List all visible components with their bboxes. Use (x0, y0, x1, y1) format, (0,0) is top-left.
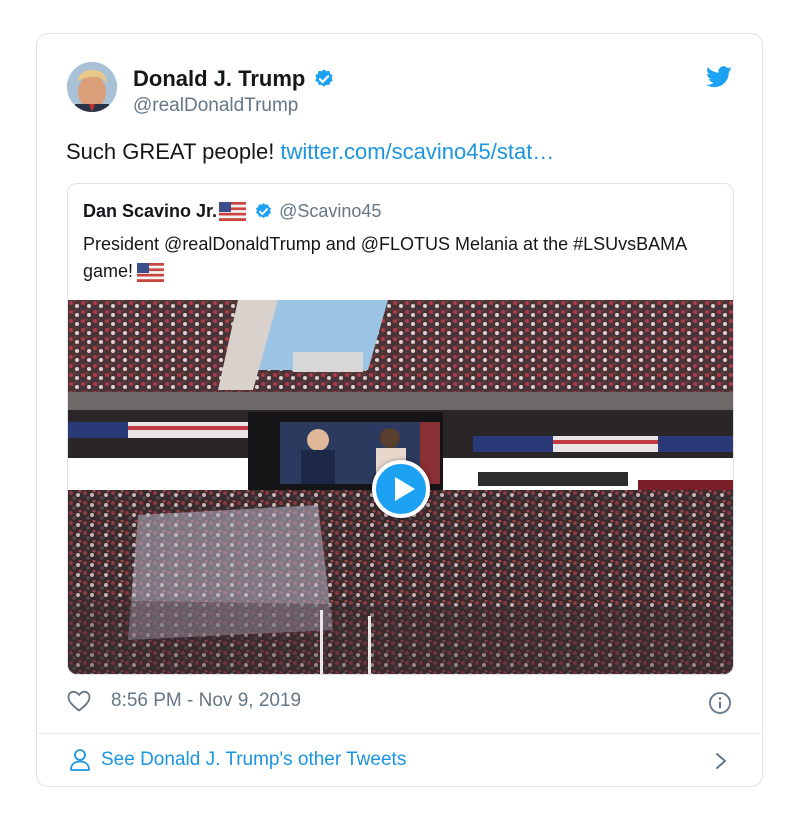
verified-badge-icon (315, 69, 334, 87)
play-icon (395, 477, 415, 501)
tweet-meta: 8:56 PM - Nov 9, 2019 (67, 690, 301, 712)
twitter-bird-icon[interactable] (706, 66, 732, 88)
see-other-tweets-label[interactable]: See Donald J. Trump's other Tweets (101, 749, 406, 771)
tweet-body: Such GREAT people! (66, 139, 281, 164)
play-button[interactable] (372, 460, 430, 518)
verified-badge-icon (256, 203, 272, 219)
us-flag-icon (219, 202, 247, 221)
footer-divider (37, 733, 762, 734)
quoted-author-handle[interactable]: @Scavino45 (279, 201, 381, 222)
tweet-text: Such GREAT people! twitter.com/scavino45… (66, 139, 554, 165)
person-icon (70, 749, 90, 771)
chevron-right-icon[interactable] (714, 751, 728, 771)
author-handle[interactable]: @realDonaldTrump (133, 95, 298, 117)
author-name-row[interactable]: Donald J. Trump (133, 66, 335, 92)
embedded-tweet-card: Donald J. Trump @realDonaldTrump Such GR… (36, 33, 763, 787)
author-name[interactable]: Donald J. Trump (133, 66, 305, 92)
timestamp[interactable]: 8:56 PM - Nov 9, 2019 (111, 690, 301, 712)
quoted-author-name[interactable]: Dan Scavino Jr. (83, 201, 217, 222)
us-flag-icon (137, 262, 165, 282)
quoted-tweet-text: President @realDonaldTrump and @FLOTUS M… (83, 231, 703, 285)
see-other-tweets-link[interactable]: See Donald J. Trump's other Tweets (69, 748, 406, 772)
video-thumbnail[interactable] (68, 300, 733, 674)
quoted-text-body: President @realDonaldTrump and @FLOTUS M… (83, 234, 687, 281)
quoted-tweet[interactable]: Dan Scavino Jr. @Scavino45 President @re… (67, 183, 734, 675)
info-icon[interactable] (708, 691, 732, 715)
tweet-link[interactable]: twitter.com/scavino45/stat… (280, 139, 554, 164)
quoted-tweet-header: Dan Scavino Jr. @Scavino45 (83, 201, 381, 222)
heart-icon[interactable] (67, 690, 91, 712)
avatar[interactable] (67, 62, 117, 112)
